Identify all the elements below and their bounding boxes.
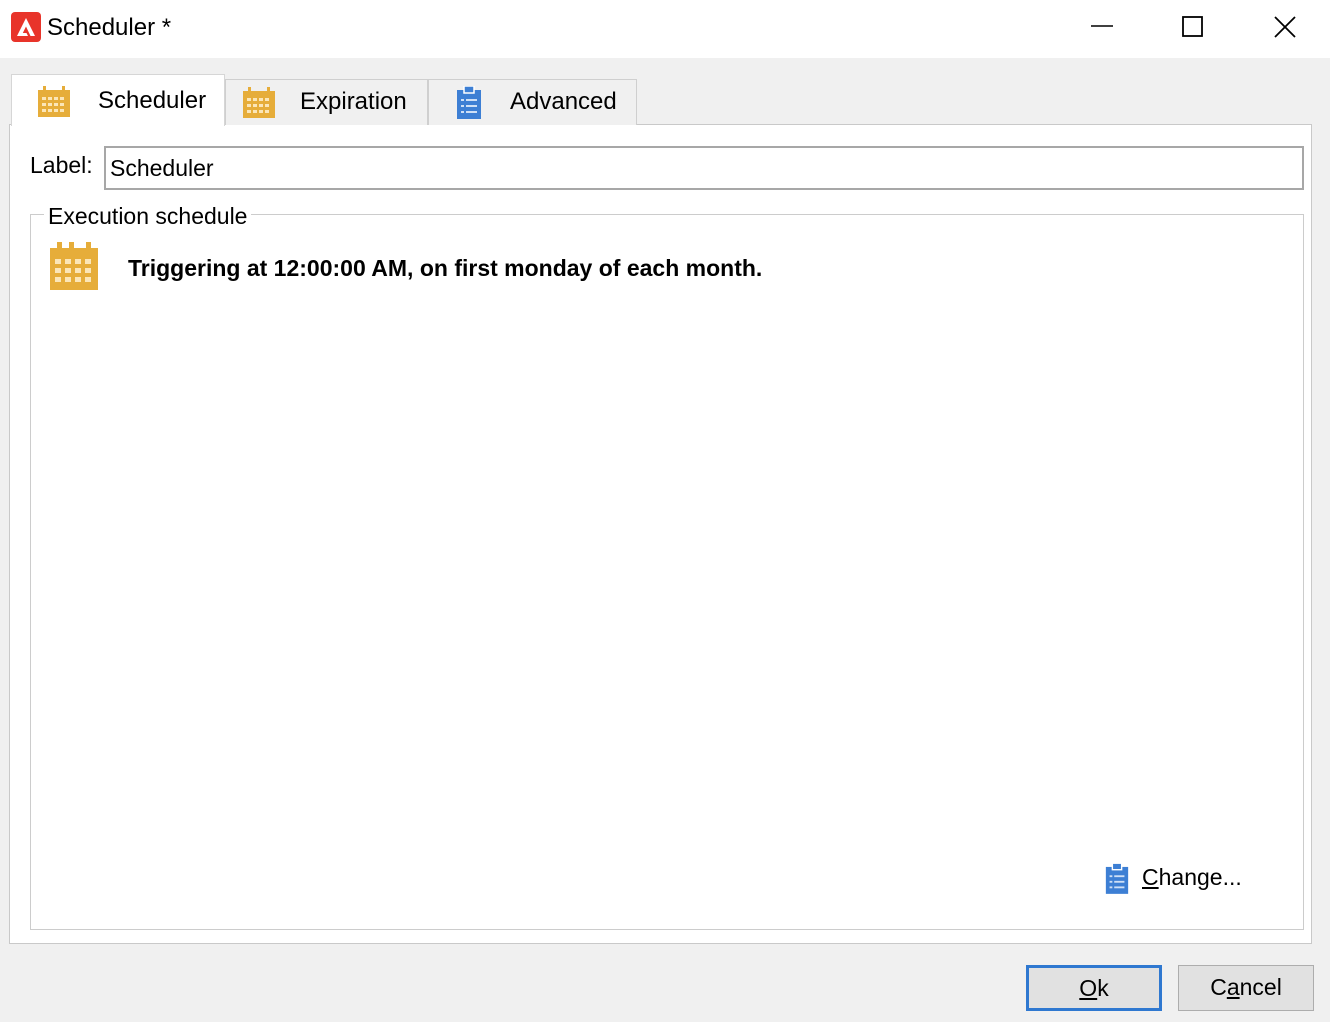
cancel-label-before: C xyxy=(1210,974,1227,1000)
tab-label: Scheduler xyxy=(98,87,207,114)
execution-schedule-group xyxy=(30,214,1304,930)
minimize-button[interactable] xyxy=(1055,0,1147,56)
adobe-campaign-icon xyxy=(11,12,41,42)
clipboard-icon xyxy=(457,86,481,119)
label-input[interactable] xyxy=(104,146,1304,190)
window-title: Scheduler * xyxy=(47,14,172,41)
label-field-label: Label: xyxy=(30,152,93,178)
tab-label: Advanced xyxy=(510,88,617,115)
tab-advanced[interactable]: Advanced xyxy=(428,79,637,125)
ok-label-rest: k xyxy=(1097,975,1109,1001)
calendar-icon xyxy=(50,242,98,290)
ok-accelerator: O xyxy=(1079,975,1098,1001)
cancel-accelerator: a xyxy=(1226,974,1240,1000)
calendar-icon xyxy=(38,86,70,117)
change-link-label: Change... xyxy=(1142,862,1242,892)
schedule-description: Triggering at 12:00:00 AM, on first mond… xyxy=(128,255,763,281)
tab-scheduler[interactable]: Scheduler xyxy=(11,74,225,126)
change-label-rest: hange... xyxy=(1158,864,1242,890)
cancel-label-rest: ncel xyxy=(1239,974,1282,1000)
tab-expiration[interactable]: Expiration xyxy=(225,79,428,125)
maximize-button[interactable] xyxy=(1146,0,1238,56)
calendar-icon xyxy=(243,87,275,118)
minimize-icon xyxy=(1091,25,1113,27)
close-button[interactable] xyxy=(1238,0,1330,56)
ok-button[interactable]: Ok xyxy=(1026,965,1162,1011)
cancel-button[interactable]: Cancel xyxy=(1178,965,1314,1011)
change-accelerator: C xyxy=(1142,864,1159,890)
tab-label: Expiration xyxy=(300,88,407,115)
group-title: Execution schedule xyxy=(44,201,252,231)
title-bar: Scheduler * xyxy=(0,0,1330,56)
maximize-icon xyxy=(1182,16,1203,37)
clipboard-icon xyxy=(1105,862,1129,894)
close-icon xyxy=(1274,16,1296,38)
